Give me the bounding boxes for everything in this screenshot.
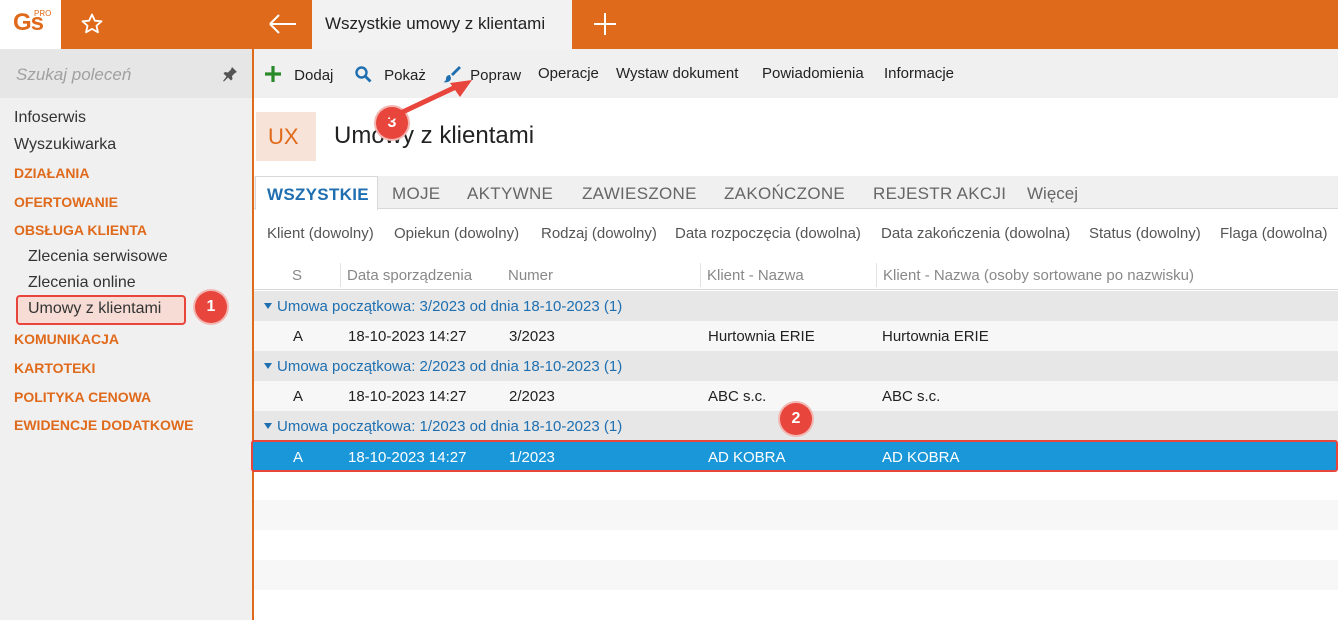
cell-data: 18-10-2023 14:27	[348, 449, 467, 466]
tab-zakonczone[interactable]: ZAKOŃCZONE	[724, 184, 845, 204]
collapse-triangle-icon[interactable]	[264, 303, 272, 309]
column-separator	[340, 263, 341, 287]
column-header-s[interactable]: S	[292, 267, 302, 284]
tab-aktywne[interactable]: AKTYWNE	[467, 184, 553, 204]
collapse-triangle-icon[interactable]	[264, 423, 272, 429]
app-logo[interactable]: Gs PRO	[0, 0, 61, 49]
cell-klient: Hurtownia ERIE	[708, 328, 815, 345]
sidebar-section-ewidencje-dodatkowe[interactable]: EWIDENCJE DODATKOWE	[14, 417, 193, 433]
plus-icon[interactable]	[590, 8, 620, 40]
filter-klient[interactable]: Klient (dowolny)	[267, 225, 374, 242]
sidebar-item-umowy-z-klientami[interactable]: Umowy z klientami	[28, 300, 161, 318]
sidebar-section-polityka-cenowa[interactable]: POLITYKA CENOWA	[14, 389, 151, 405]
filter-data-rozpoczecia[interactable]: Data rozpoczęcia (dowolna)	[675, 225, 861, 242]
add-button[interactable]: Dodaj	[264, 65, 333, 84]
table-row-selected[interactable]: A 18-10-2023 14:27 1/2023 AD KOBRA AD KO…	[251, 440, 1338, 472]
tab-moje[interactable]: MOJE	[392, 184, 440, 204]
cell-klient: ABC s.c.	[708, 388, 767, 405]
filter-status[interactable]: Status (dowolny)	[1089, 225, 1201, 242]
group-row[interactable]: Umowa początkowa: 2/2023 od dnia 18-10-2…	[254, 351, 1338, 381]
filter-rodzaj[interactable]: Rodzaj (dowolny)	[541, 225, 657, 242]
sidebar-section-kartoteki[interactable]: KARTOTEKI	[14, 360, 95, 376]
tab-wszystkie[interactable]: WSZYSTKIE	[255, 176, 378, 210]
sidebar: Szukaj poleceń Infoserwis Wyszukiwarka D…	[0, 49, 252, 620]
sidebar-item-infoserwis[interactable]: Infoserwis	[14, 109, 86, 127]
filter-flaga[interactable]: Flaga (dowolna)	[1220, 225, 1328, 242]
group-label: Umowa początkowa: 1/2023 od dnia 18-10-2…	[277, 418, 623, 435]
operations-menu[interactable]: Operacje	[538, 65, 599, 82]
column-separator	[876, 263, 877, 287]
column-header-klient[interactable]: Klient - Nazwa	[707, 267, 804, 284]
annotation-arrow	[389, 80, 472, 120]
column-separator	[700, 263, 701, 287]
cell-numer: 2/2023	[509, 388, 555, 405]
filter-opiekun[interactable]: Opiekun (dowolny)	[394, 225, 519, 242]
command-search[interactable]: Szukaj poleceń	[0, 49, 252, 98]
tab-current-label: Wszystkie umowy z klientami	[325, 14, 546, 33]
cell-s: A	[293, 388, 304, 405]
logo-sup: PRO	[34, 9, 52, 18]
cell-klient-sorted: AD KOBRA	[882, 449, 960, 466]
plus-icon	[265, 66, 281, 82]
sidebar-item-zlecenia-serwisowe[interactable]: Zlecenia serwisowe	[28, 248, 168, 266]
issue-document-menu[interactable]: Wystaw dokument	[616, 65, 738, 82]
cell-data: 18-10-2023 14:27	[348, 388, 467, 405]
info-menu[interactable]: Informacje	[884, 65, 954, 82]
sidebar-section-obsluga-klienta[interactable]: OBSŁUGA KLIENTA	[14, 222, 147, 238]
cell-klient: AD KOBRA	[708, 449, 786, 466]
cell-s: A	[293, 449, 304, 466]
sidebar-section-komunikacja[interactable]: KOMUNIKACJA	[14, 331, 119, 347]
cell-s: A	[293, 328, 304, 345]
cell-klient-sorted: ABC s.c.	[882, 388, 941, 405]
grid-header: S Data sporządzenia Numer Klient - Nazwa…	[254, 259, 1338, 290]
sidebar-item-wyszukiwarka[interactable]: Wyszukiwarka	[14, 136, 116, 154]
filter-data-zakonczenia[interactable]: Data zakończenia (dowolna)	[881, 225, 1070, 242]
cell-numer: 1/2023	[509, 449, 555, 466]
star-icon[interactable]	[76, 8, 108, 40]
add-label: Dodaj	[294, 67, 334, 84]
annotation-badge-1: 1	[195, 291, 227, 323]
cell-numer: 3/2023	[509, 328, 555, 345]
tab-rejestr-akcji[interactable]: REJESTR AKCJI	[873, 184, 1006, 204]
column-header-numer[interactable]: Numer	[508, 267, 553, 284]
sidebar-section-ofertowanie[interactable]: OFERTOWANIE	[14, 194, 118, 210]
group-row[interactable]: Umowa początkowa: 3/2023 od dnia 18-10-2…	[254, 291, 1338, 321]
filter-bar: Klient (dowolny) Opiekun (dowolny) Rodza…	[254, 210, 1338, 258]
empty-row	[254, 500, 1338, 530]
column-header-data[interactable]: Data sporządzenia	[347, 267, 472, 284]
column-header-klient-sorted[interactable]: Klient - Nazwa (osoby sortowane po nazwi…	[883, 267, 1194, 284]
tab-current[interactable]: Wszystkie umowy z klientami	[312, 0, 572, 49]
search-placeholder: Szukaj poleceń	[16, 65, 132, 84]
page-title: Umowy z klientami	[334, 122, 535, 149]
table-row[interactable]: A 18-10-2023 14:27 3/2023 Hurtownia ERIE…	[254, 321, 1338, 351]
group-label: Umowa początkowa: 2/2023 od dnia 18-10-2…	[277, 358, 623, 375]
cell-klient-sorted: Hurtownia ERIE	[882, 328, 989, 345]
module-badge-text: UX	[268, 124, 299, 149]
tab-zawieszone[interactable]: ZAWIESZONE	[582, 184, 697, 204]
sidebar-item-zlecenia-online[interactable]: Zlecenia online	[28, 274, 136, 292]
group-label: Umowa początkowa: 3/2023 od dnia 18-10-2…	[277, 298, 623, 315]
search-icon	[355, 66, 372, 83]
sidebar-section-dzialania[interactable]: DZIAŁANIA	[14, 165, 89, 181]
collapse-triangle-icon[interactable]	[264, 363, 272, 369]
empty-row	[254, 560, 1338, 590]
annotation-badge-2: 2	[780, 403, 812, 435]
arrow-left-icon[interactable]	[264, 8, 300, 40]
tabs-bar: MOJE AKTYWNE ZAWIESZONE ZAKOŃCZONE REJES…	[254, 176, 1338, 209]
module-badge: UX	[256, 112, 316, 161]
tab-more[interactable]: Więcej	[1027, 184, 1078, 204]
cell-data: 18-10-2023 14:27	[348, 328, 467, 345]
notifications-menu[interactable]: Powiadomienia	[762, 65, 864, 82]
pin-icon[interactable]	[222, 66, 238, 82]
top-bar: Gs PRO Wszystkie umowy z klientami	[0, 0, 1338, 49]
tab-wszystkie-label: WSZYSTKIE	[267, 185, 369, 204]
